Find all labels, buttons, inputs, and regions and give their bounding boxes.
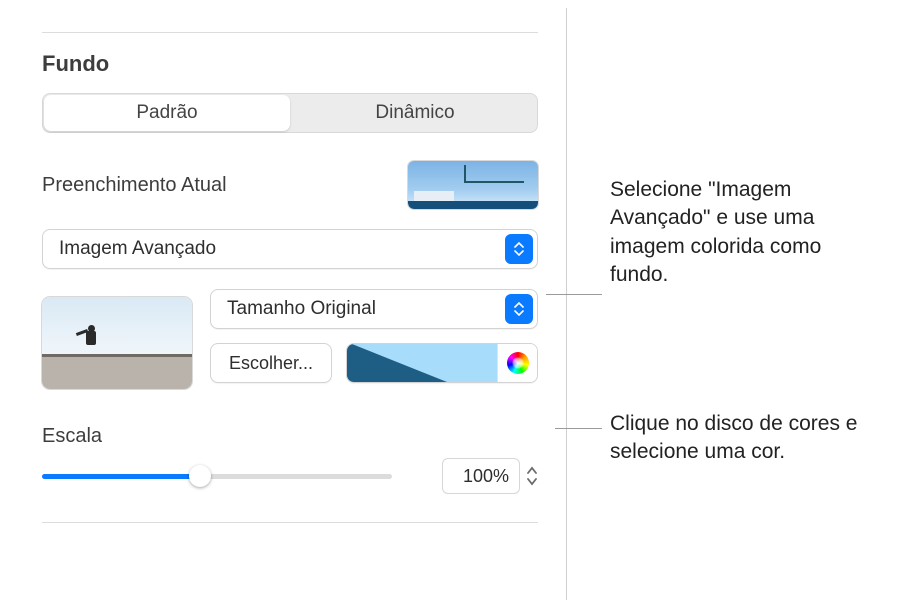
- choose-image-button[interactable]: Escolher...: [210, 343, 332, 383]
- slider-thumb[interactable]: [189, 465, 211, 487]
- stepper-down-icon[interactable]: [526, 477, 538, 487]
- current-fill-thumbnail[interactable]: [408, 161, 538, 209]
- callout-leader-1: [546, 294, 602, 295]
- color-picker-button[interactable]: [497, 344, 537, 382]
- scale-stepper[interactable]: 100%: [442, 458, 538, 494]
- background-inspector-panel: Fundo Padrão Dinâmico Preenchimento Atua…: [14, 8, 567, 600]
- tab-dinamico[interactable]: Dinâmico: [292, 93, 538, 133]
- slider-fill: [42, 474, 200, 479]
- image-scale-mode-value: Tamanho Original: [227, 298, 376, 320]
- updown-icon: [505, 294, 533, 324]
- background-image-thumbnail[interactable]: [42, 297, 192, 389]
- divider: [42, 32, 538, 33]
- background-mode-segmented[interactable]: Padrão Dinâmico: [42, 93, 538, 133]
- current-fill-label: Preenchimento Atual: [42, 174, 227, 197]
- callout-text-2: Clique no disco de cores e selecione uma…: [610, 410, 880, 467]
- section-title-fundo: Fundo: [42, 51, 538, 77]
- tint-color-well[interactable]: [346, 343, 538, 383]
- fill-type-popup[interactable]: Imagem Avançado: [42, 229, 538, 269]
- callout-leader-2: [555, 428, 602, 429]
- scale-slider[interactable]: [42, 462, 392, 490]
- tab-padrao[interactable]: Padrão: [44, 95, 290, 131]
- fill-type-value: Imagem Avançado: [59, 238, 216, 260]
- color-disc-icon: [507, 352, 529, 374]
- scale-label: Escala: [42, 425, 538, 448]
- scale-value-field[interactable]: 100%: [442, 458, 520, 494]
- updown-icon: [505, 234, 533, 264]
- stepper-up-icon[interactable]: [526, 465, 538, 475]
- image-scale-mode-popup[interactable]: Tamanho Original: [210, 289, 538, 329]
- callout-text-1: Selecione "Imagem Avançado" e use uma im…: [610, 176, 880, 289]
- tint-color-swatch[interactable]: [347, 344, 497, 382]
- divider: [42, 522, 538, 523]
